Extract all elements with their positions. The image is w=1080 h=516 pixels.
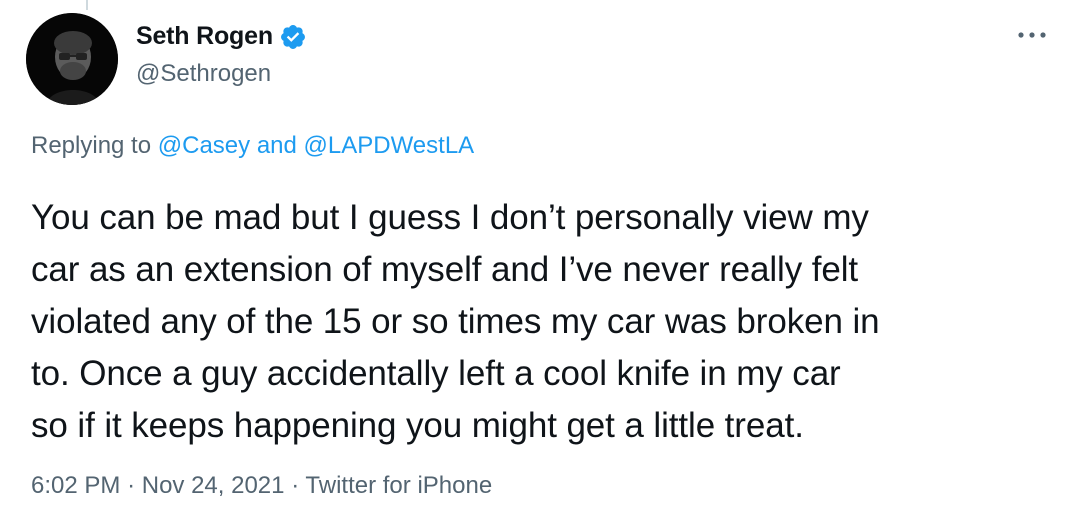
mention-link[interactable]: @Casey: [158, 132, 250, 159]
tweet-text: You can be mad but I guess I don’t perso…: [31, 192, 1061, 452]
avatar-photo-icon: [26, 13, 118, 105]
tweet-text-line: to. Once a guy accidentally left a cool …: [31, 354, 841, 393]
tweet-text-line: so if it keeps happening you might get a…: [31, 406, 804, 445]
tweet-time[interactable]: 6:02 PM: [31, 472, 120, 499]
replying-to-conjunction: and: [256, 132, 297, 159]
tweet-text-line: car as an extension of myself and I’ve n…: [31, 250, 859, 289]
thread-connector-line: [86, 0, 88, 10]
author-handle[interactable]: @Sethrogen: [136, 60, 271, 88]
tweet-metadata: 6:02 PM · Nov 24, 2021 · Twitter for iPh…: [31, 472, 492, 500]
mention-link[interactable]: @LAPDWestLA: [304, 132, 475, 159]
author-name-row[interactable]: Seth Rogen: [136, 22, 307, 51]
avatar[interactable]: [26, 13, 118, 105]
tweet-text-line: You can be mad but I guess I don’t perso…: [31, 198, 869, 237]
tweet-text-line: violated any of the 15 or so times my ca…: [31, 302, 880, 341]
more-options-button[interactable]: [1012, 20, 1052, 50]
author-display-name[interactable]: Seth Rogen: [136, 22, 273, 51]
meta-separator: ·: [291, 472, 300, 499]
verified-badge-icon: [279, 23, 307, 51]
more-horizontal-icon: [1018, 32, 1046, 38]
meta-separator: ·: [127, 472, 136, 499]
replying-to-line: Replying to @Casey and @LAPDWestLA: [31, 132, 474, 160]
tweet-source[interactable]: Twitter for iPhone: [305, 472, 492, 499]
replying-to-label: Replying to: [31, 132, 152, 159]
tweet-card: Seth Rogen @Sethrogen Replying to @Casey…: [0, 0, 1080, 516]
tweet-date[interactable]: Nov 24, 2021: [142, 472, 285, 499]
